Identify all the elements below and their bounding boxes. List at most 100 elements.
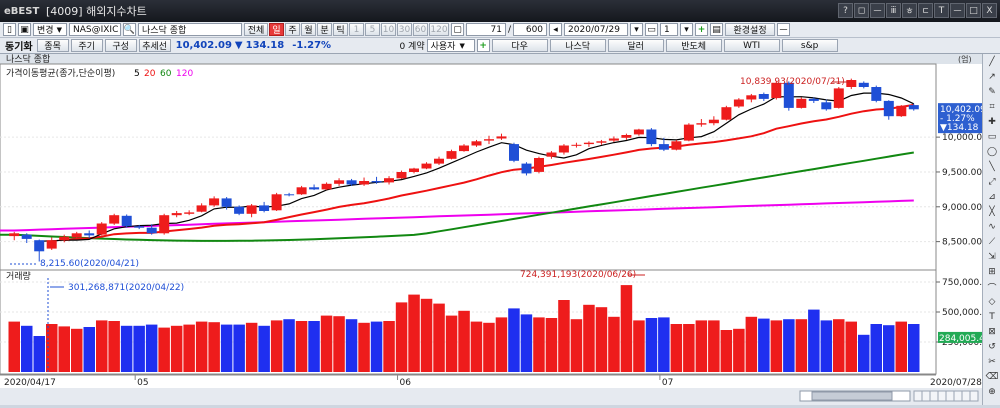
quick-button-0[interactable]: 다우	[491, 39, 548, 52]
period-button-1[interactable]: 일	[269, 23, 284, 36]
add-icon[interactable]: +	[695, 23, 709, 36]
window-control-5[interactable]: ㄷ	[918, 3, 933, 18]
scroll-button	[953, 390, 963, 402]
calendar-icon[interactable]: ▾	[630, 23, 644, 36]
apply-icon[interactable]: ◂	[549, 23, 563, 36]
scroll-button	[945, 390, 955, 402]
sub-toolbar: 동기화 종목 주기 구성 추세선 10,402.09 ▼ 134.18 -1.27% …	[0, 38, 1000, 54]
window-control-7[interactable]: ㅡ	[950, 3, 965, 18]
date-input[interactable]: 2020/07/29	[564, 23, 629, 36]
period-button-11[interactable]: 120	[429, 23, 449, 36]
user-select[interactable]: 사용자 ▼	[426, 39, 475, 52]
add-quick-icon[interactable]: +	[476, 39, 490, 52]
drawing-tool-icon-13[interactable]: ⇲	[985, 250, 999, 264]
drawing-tool-icon-21[interactable]: ⌫	[985, 370, 999, 384]
volume-bar	[558, 300, 570, 372]
count-input[interactable]: 71	[466, 23, 506, 36]
volume-bar	[345, 319, 358, 372]
screen-dropdown-icon[interactable]: ▾	[680, 23, 694, 36]
period-button-8[interactable]: 10	[381, 23, 396, 36]
drawing-tool-icon-16[interactable]: ◇	[985, 295, 999, 309]
drawing-tool-icon-15[interactable]: ⌒	[985, 280, 999, 294]
window-control-9[interactable]: X	[982, 3, 997, 18]
minimize-panel-icon[interactable]: ㅡ	[777, 23, 791, 36]
period-button-7[interactable]: 5	[365, 23, 380, 36]
period-button-10[interactable]: 60	[413, 23, 428, 36]
drawing-tool-icon-1[interactable]: ↗	[985, 70, 999, 84]
drawing-tool-icon-22[interactable]: ⊕	[985, 385, 999, 399]
settings-button[interactable]: 환경설정	[725, 23, 776, 36]
symbol-input[interactable]: NAS@IXIC	[69, 23, 121, 36]
window-control-3[interactable]: ⅲ	[886, 3, 901, 18]
price-volume-chart[interactable]: 나스닥 종합 (엄) 10,000.00 9,500.00 9,000.00 8,500.…	[0, 54, 994, 405]
period-button-2[interactable]: 주	[285, 23, 300, 36]
candle-body	[608, 138, 619, 141]
ma-legend-120: 120	[176, 69, 193, 79]
drawing-tool-icon-4[interactable]: ✚	[985, 115, 999, 129]
drawing-tool-icon-5[interactable]: ▭	[985, 130, 999, 144]
window-control-4[interactable]: ㅎ	[902, 3, 917, 18]
drawing-tool-icon-0[interactable]: ╱	[985, 55, 999, 69]
candle-body	[109, 215, 120, 224]
period-button-6[interactable]: 1	[349, 23, 364, 36]
window-control-6[interactable]: T	[934, 3, 949, 18]
window-control-8[interactable]: □	[966, 3, 981, 18]
window-control-1[interactable]: ◻	[854, 3, 869, 18]
volume-bar	[758, 318, 770, 372]
option-icon[interactable]: ▢	[451, 23, 464, 36]
drawing-tool-icon-10[interactable]: ╳	[985, 205, 999, 219]
drawing-tool-icon-3[interactable]: ⌗	[985, 100, 999, 114]
month-label: 06	[400, 378, 412, 388]
volume-bar	[295, 321, 308, 372]
candle-body	[284, 194, 295, 196]
period-button-4[interactable]: 분	[317, 23, 332, 36]
quick-button-3[interactable]: 반도체	[665, 39, 722, 52]
candle-body	[521, 163, 532, 174]
quick-button-4[interactable]: WTI	[723, 39, 780, 52]
sub-tab-0[interactable]: 종목	[36, 39, 69, 52]
quick-button-5[interactable]: s&p	[781, 39, 838, 52]
toggle-panel-icon[interactable]: ▯	[3, 23, 16, 36]
sub-tab-3[interactable]: 추세선	[138, 39, 171, 52]
drawing-tool-icon-7[interactable]: ╲	[985, 160, 999, 174]
drawing-tool-icon-17[interactable]: T	[985, 310, 999, 324]
volume-bar	[783, 319, 795, 372]
quick-button-2[interactable]: 달러	[607, 39, 664, 52]
save-icon[interactable]: ▤	[710, 23, 724, 36]
screen-icon[interactable]: ▭	[645, 23, 659, 36]
drawing-tool-icon-18[interactable]: ⊠	[985, 325, 999, 339]
volume-bar	[633, 320, 645, 372]
volume-bar	[83, 327, 95, 372]
period-button-3[interactable]: 월	[301, 23, 316, 36]
volume-bar	[883, 325, 895, 372]
chart-area[interactable]: 나스닥 종합 (엄) 10,000.00 9,500.00 9,000.00 8,500.…	[0, 54, 994, 405]
drawing-tool-icon-19[interactable]: ↺	[985, 340, 999, 354]
add-chart-icon[interactable]: ▣	[18, 23, 31, 36]
screen-count-input[interactable]: 1	[660, 23, 679, 36]
drawing-tool-icon-12[interactable]: ⟋	[985, 235, 999, 249]
candle-body	[683, 124, 694, 141]
sub-tab-1[interactable]: 주기	[70, 39, 103, 52]
drawing-tool-icon-11[interactable]: ∿	[985, 220, 999, 234]
sub-tab-2[interactable]: 구성	[104, 39, 137, 52]
candle-body	[159, 215, 170, 234]
drawing-tool-icon-8[interactable]: ⤢	[985, 175, 999, 189]
change-select[interactable]: 변경 ▼	[33, 23, 67, 36]
total-input[interactable]: 600	[513, 23, 548, 36]
volume-bar	[458, 310, 470, 372]
drawing-tool-icon-9[interactable]: ⊿	[985, 190, 999, 204]
drawing-tool-icon-2[interactable]: ✎	[985, 85, 999, 99]
period-button-0[interactable]: 전체	[244, 23, 268, 36]
ma-legend-title: 가격이동평균(종가,단순이평)	[6, 67, 115, 79]
drawing-tool-icon-20[interactable]: ✂	[985, 355, 999, 369]
search-icon[interactable]: 🔍	[123, 23, 136, 36]
period-button-5[interactable]: 틱	[333, 23, 348, 36]
price-tick-label: 9,000.00	[942, 203, 982, 213]
window-control-0[interactable]: ?	[838, 3, 853, 18]
drawing-tool-icon-14[interactable]: ⊞	[985, 265, 999, 279]
quick-button-1[interactable]: 나스닥	[549, 39, 606, 52]
volume-bar	[895, 321, 907, 372]
period-button-9[interactable]: 30	[397, 23, 412, 36]
window-control-2[interactable]: ㅡ	[870, 3, 885, 18]
drawing-tool-icon-6[interactable]: ◯	[985, 145, 999, 159]
